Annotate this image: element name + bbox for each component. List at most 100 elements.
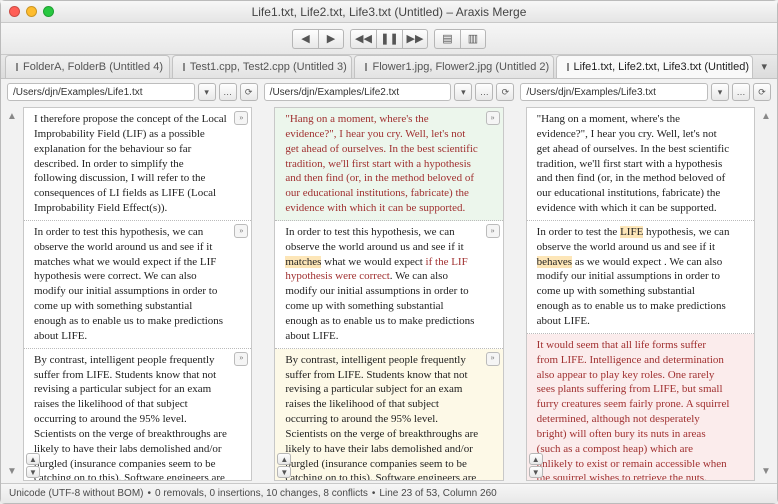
link-gutter-mr[interactable] — [508, 107, 522, 481]
path-action-middle[interactable]: ⟳ — [496, 83, 514, 101]
right-change-gutter[interactable]: ▲ ▼ — [759, 107, 773, 481]
prev-icon: ◀ — [301, 32, 309, 45]
path-action-right[interactable]: ⟳ — [753, 83, 771, 101]
paragraph-text: "Hang on a moment, where's the evidence?… — [285, 113, 477, 214]
pause-icon: ❚❚ — [380, 32, 398, 45]
diff-panes: ▲ ▼ I therefore propose the concept of t… — [1, 105, 777, 483]
chevron-down-icon: ▾ — [761, 60, 767, 73]
merge-right-button[interactable]: » — [486, 111, 500, 125]
pane-middle-vnav: ▲ ▼ — [277, 453, 291, 478]
merge-right-button[interactable]: » — [486, 352, 500, 366]
link-gutter-lm[interactable] — [256, 107, 270, 481]
doc-icon — [183, 63, 185, 71]
merge-right-button[interactable]: » — [234, 111, 248, 125]
scroll-up-button[interactable]: ▲ — [26, 453, 40, 465]
path-browse-left[interactable]: … — [219, 83, 237, 101]
tab-flowers[interactable]: Flower1.jpg, Flower2.jpg (Untitled 2) — [354, 55, 553, 78]
scroll-up-button[interactable]: ▲ — [529, 453, 543, 465]
text-block-conflict[interactable]: By contrast, intelligent people frequent… — [275, 349, 502, 480]
text-block[interactable]: "Hang on a moment, where's the evidence?… — [527, 108, 754, 221]
tab-life[interactable]: Life1.txt, Life2.txt, Life3.txt (Untitle… — [556, 55, 754, 78]
chevron-down-icon: ▾ — [461, 87, 466, 98]
status-sep: • — [147, 488, 151, 499]
paragraph-text: By contrast, intelligent people frequent… — [34, 354, 227, 480]
gutter-down-icon: ▼ — [761, 466, 771, 477]
paragraph-text: In order to test the — [537, 226, 620, 238]
text-block-removed[interactable]: It would seem that all life forms suffer… — [527, 334, 754, 480]
window-title: Life1.txt, Life2.txt, Life3.txt (Untitle… — [252, 5, 527, 19]
scroll-up-button[interactable]: ▲ — [277, 453, 291, 465]
text-block[interactable]: In order to test the LIFE hypothesis, we… — [527, 221, 754, 334]
path-dropdown-left[interactable]: ▾ — [198, 83, 216, 101]
path-browse-middle[interactable]: … — [475, 83, 493, 101]
nav-first-prev: ◀ ▶ — [292, 29, 344, 49]
tabs-overflow-button[interactable]: ▾ — [755, 55, 773, 78]
pane-right-scroll[interactable]: "Hang on a moment, where's the evidence?… — [527, 108, 754, 480]
pane-middle-scroll[interactable]: "Hang on a moment, where's the evidence?… — [275, 108, 502, 480]
path-dropdown-right[interactable]: ▾ — [711, 83, 729, 101]
main-toolbar: ◀ ▶ ◀◀ ❚❚ ▶▶ ▤ ▥ — [1, 23, 777, 55]
doc-icon — [567, 63, 569, 71]
left-change-gutter[interactable]: ▲ ▼ — [5, 107, 19, 481]
text-block[interactable]: In order to test this hypothesis, we can… — [275, 221, 502, 349]
paragraph-text: "Hang on a moment, where's the evidence?… — [537, 113, 729, 214]
chevron-down-icon: ▾ — [718, 87, 723, 98]
path-text: /Users/djn/Examples/Life3.txt — [526, 87, 656, 98]
pane-left-scroll[interactable]: I therefore propose the concept of the L… — [24, 108, 251, 480]
ellipsis-icon: … — [223, 87, 232, 97]
merge-right-button[interactable]: » — [234, 224, 248, 238]
tab-tests[interactable]: Test1.cpp, Test2.cpp (Untitled 3) — [172, 55, 353, 78]
status-encoding: Unicode (UTF-8 without BOM) — [9, 488, 143, 499]
merge-right-button[interactable]: » — [234, 352, 248, 366]
tab-folders[interactable]: FolderA, FolderB (Untitled 4) — [5, 55, 170, 78]
changed-word: matches — [285, 256, 321, 268]
minimize-button[interactable] — [26, 6, 37, 17]
scroll-down-button[interactable]: ▼ — [277, 466, 291, 478]
text-block-changed[interactable]: "Hang on a moment, where's the evidence?… — [275, 108, 502, 221]
tab-label: Test1.cpp, Test2.cpp (Untitled 3) — [190, 61, 347, 73]
first-diff-button[interactable]: ◀◀ — [350, 29, 376, 49]
next-icon: ▶ — [327, 32, 335, 45]
path-dropdown-middle[interactable]: ▾ — [454, 83, 472, 101]
changed-word: behaves — [537, 256, 572, 268]
tab-label: Life1.txt, Life2.txt, Life3.txt (Untitle… — [574, 61, 749, 73]
path-browse-right[interactable]: … — [732, 83, 750, 101]
paragraph-text: By contrast, intelligent people frequent… — [285, 354, 478, 480]
gutter-up-icon: ▲ — [7, 111, 17, 122]
document-tabs: FolderA, FolderB (Untitled 4) Test1.cpp,… — [1, 55, 777, 79]
path-input-middle[interactable]: /Users/djn/Examples/Life2.txt — [264, 83, 452, 101]
close-button[interactable] — [9, 6, 20, 17]
tab-label: Flower1.jpg, Flower2.jpg (Untitled 2) — [372, 61, 549, 73]
path-col-right: /Users/djn/Examples/Life3.txt ▾ … ⟳ — [520, 83, 771, 101]
zoom-button[interactable] — [43, 6, 54, 17]
paragraph-text: I therefore propose the concept of the L… — [34, 113, 227, 214]
paragraph-text: In order to test this hypothesis, we can… — [285, 226, 463, 253]
doc-icon — [365, 63, 367, 71]
path-col-left: /Users/djn/Examples/Life1.txt ▾ … ⟳ — [7, 83, 258, 101]
nav-next-change-button[interactable]: ▶ — [318, 29, 344, 49]
path-input-right[interactable]: /Users/djn/Examples/Life3.txt — [520, 83, 708, 101]
gutter-up-icon: ▲ — [761, 111, 771, 122]
pause-button[interactable]: ❚❚ — [376, 29, 402, 49]
text-block[interactable]: I therefore propose the concept of the L… — [24, 108, 251, 221]
changed-word: LIFE — [620, 226, 643, 238]
last-diff-button[interactable]: ▶▶ — [402, 29, 428, 49]
layout-a-button[interactable]: ▤ — [434, 29, 460, 49]
pane-right-vnav: ▲ ▼ — [529, 453, 543, 478]
traffic-lights — [9, 6, 54, 17]
window-titlebar: Life1.txt, Life2.txt, Life3.txt (Untitle… — [1, 1, 777, 23]
text-block[interactable]: In order to test this hypothesis, we can… — [24, 221, 251, 349]
last-icon: ▶▶ — [407, 32, 424, 45]
status-sep: • — [372, 488, 376, 499]
layout-b-button[interactable]: ▥ — [460, 29, 486, 49]
path-input-left[interactable]: /Users/djn/Examples/Life1.txt — [7, 83, 195, 101]
ellipsis-icon: … — [737, 87, 746, 97]
text-block[interactable]: By contrast, intelligent people frequent… — [24, 349, 251, 480]
nav-prev-change-button[interactable]: ◀ — [292, 29, 318, 49]
scroll-down-button[interactable]: ▼ — [26, 466, 40, 478]
path-bar: /Users/djn/Examples/Life1.txt ▾ … ⟳ /Use… — [1, 79, 777, 105]
first-icon: ◀◀ — [355, 32, 372, 45]
merge-right-button[interactable]: » — [486, 224, 500, 238]
path-action-left[interactable]: ⟳ — [240, 83, 258, 101]
scroll-down-button[interactable]: ▼ — [529, 466, 543, 478]
